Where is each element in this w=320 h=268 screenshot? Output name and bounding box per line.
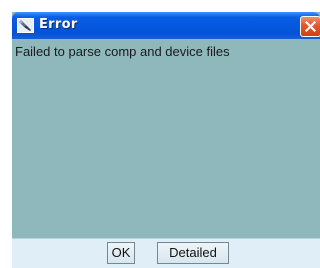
detailed-button[interactable]: Detailed	[157, 242, 229, 264]
button-panel: OK Detailed	[12, 238, 320, 268]
error-message: Failed to parse comp and device files	[15, 44, 230, 59]
ok-button[interactable]: OK	[107, 242, 135, 264]
title-bar[interactable]: Error	[12, 12, 320, 39]
tool-icon	[17, 18, 34, 33]
close-icon	[305, 21, 316, 32]
close-button[interactable]	[300, 16, 320, 37]
dialog-title: Error	[39, 17, 78, 32]
message-area: Failed to parse comp and device files	[12, 39, 320, 238]
error-dialog: Error Failed to parse comp and device fi…	[12, 12, 320, 268]
